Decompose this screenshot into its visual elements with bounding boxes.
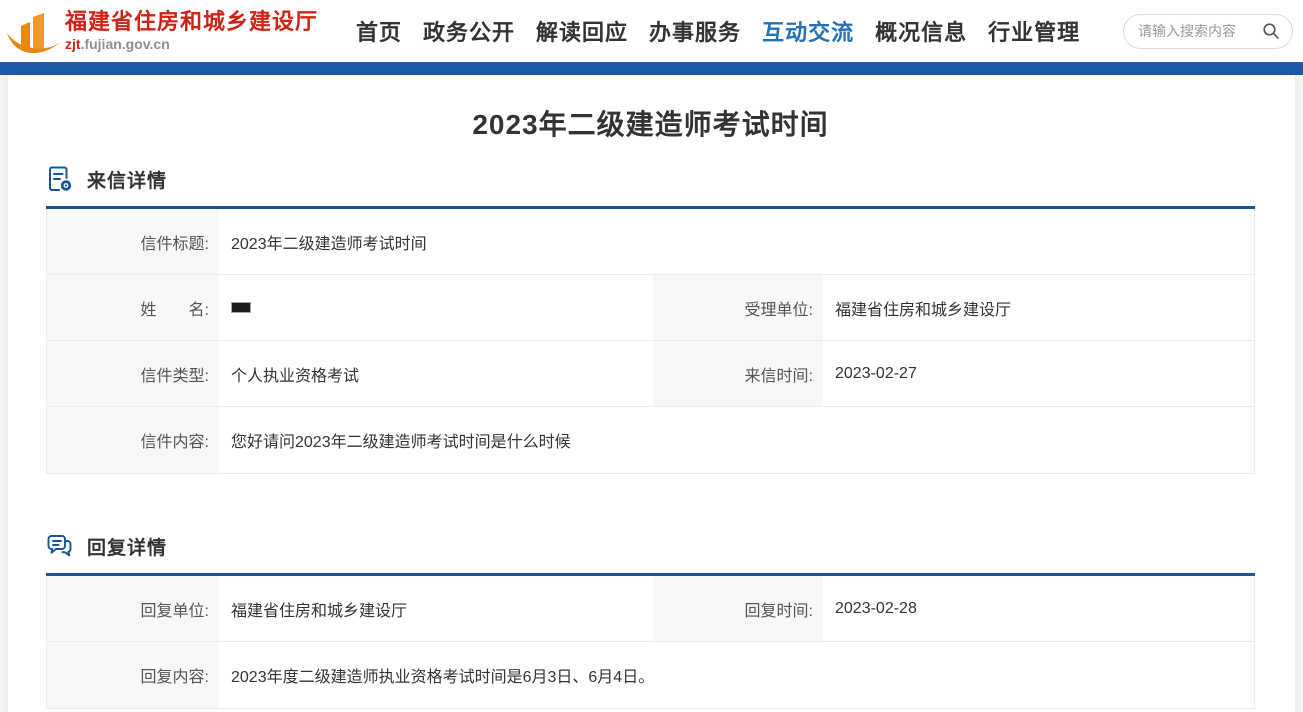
- reply-content-value: 2023年度二级建造师执业资格考试时间是6月3日、6月4日。: [219, 642, 1254, 708]
- search-input[interactable]: [1138, 23, 1262, 39]
- letter-type-row: 信件类型: 个人执业资格考试 来信时间: 2023-02-27: [47, 341, 1254, 407]
- letter-name-row: 姓 名: 受理单位: 福建省住房和城乡建设厅: [47, 275, 1254, 341]
- main-nav: 首页 政务公开 解读回应 办事服务 互动交流 概况信息 行业管理: [356, 15, 1080, 47]
- reply-section-title: 回复详情: [87, 533, 167, 560]
- letter-name-value: [219, 275, 651, 340]
- nav-item-home[interactable]: 首页: [356, 15, 402, 47]
- site-logo-link[interactable]: 福建省住房和城乡建设厅 zjt.fujian.gov.cn: [6, 5, 356, 57]
- reply-time-value: 2023-02-28: [823, 576, 1254, 641]
- site-name: 福建省住房和城乡建设厅: [65, 10, 318, 34]
- redacted-name-box: [231, 302, 251, 313]
- page-title: 2023年二级建造师考试时间: [46, 75, 1255, 143]
- reply-time-label: 回复时间:: [651, 576, 823, 641]
- letter-section-title: 来信详情: [87, 166, 167, 193]
- content-card: 2023年二级建造师考试时间 来信详情 信件标题: 2023年二级建造师考试时间…: [8, 75, 1295, 712]
- nav-item-services[interactable]: 办事服务: [649, 15, 741, 47]
- reply-section-header: 回复详情: [46, 532, 1255, 560]
- letter-type-label: 信件类型:: [47, 341, 219, 406]
- reply-content-row: 回复内容: 2023年度二级建造师执业资格考试时间是6月3日、6月4日。: [47, 642, 1254, 708]
- site-domain: zjt.fujian.gov.cn: [65, 36, 318, 52]
- letter-name-label: 姓 名:: [47, 275, 219, 340]
- site-identity: 福建省住房和城乡建设厅 zjt.fujian.gov.cn: [65, 10, 318, 52]
- search-icon[interactable]: [1262, 22, 1280, 40]
- letter-time-label: 来信时间:: [651, 341, 823, 406]
- nav-item-gov-info[interactable]: 政务公开: [423, 15, 515, 47]
- search-box: [1123, 14, 1293, 49]
- reply-content-label: 回复内容:: [47, 642, 219, 708]
- letter-content-row: 信件内容: 您好请问2023年二级建造师考试时间是什么时候: [47, 407, 1254, 473]
- letter-type-value: 个人执业资格考试: [219, 341, 651, 406]
- letter-section-header: 来信详情: [46, 165, 1255, 193]
- reply-details-table: 回复单位: 福建省住房和城乡建设厅 回复时间: 2023-02-28 回复内容:…: [46, 576, 1255, 709]
- nav-item-overview[interactable]: 概况信息: [875, 15, 967, 47]
- reply-unit-value: 福建省住房和城乡建设厅: [219, 576, 651, 641]
- letter-title-row: 信件标题: 2023年二级建造师考试时间: [47, 209, 1254, 275]
- building-swoosh-logo-icon: [6, 5, 62, 57]
- nav-item-industry[interactable]: 行业管理: [988, 15, 1080, 47]
- accept-unit-value: 福建省住房和城乡建设厅: [823, 275, 1254, 340]
- letter-time-value: 2023-02-27: [823, 341, 1254, 406]
- accept-unit-label: 受理单位:: [651, 275, 823, 340]
- chat-bubbles-icon: [46, 532, 74, 560]
- document-view-icon: [46, 165, 74, 193]
- nav-item-interpretation[interactable]: 解读回应: [536, 15, 628, 47]
- nav-item-interaction[interactable]: 互动交流: [762, 15, 854, 47]
- letter-details-table: 信件标题: 2023年二级建造师考试时间 姓 名: 受理单位: 福建省住房和城乡…: [46, 209, 1255, 474]
- top-blue-bar: [0, 62, 1303, 75]
- letter-title-label: 信件标题:: [47, 209, 219, 274]
- site-header: 福建省住房和城乡建设厅 zjt.fujian.gov.cn 首页 政务公开 解读…: [0, 0, 1303, 62]
- reply-unit-row: 回复单位: 福建省住房和城乡建设厅 回复时间: 2023-02-28: [47, 576, 1254, 642]
- letter-title-value: 2023年二级建造师考试时间: [219, 209, 1254, 274]
- reply-unit-label: 回复单位:: [47, 576, 219, 641]
- letter-content-label: 信件内容:: [47, 407, 219, 473]
- letter-content-value: 您好请问2023年二级建造师考试时间是什么时候: [219, 407, 1254, 473]
